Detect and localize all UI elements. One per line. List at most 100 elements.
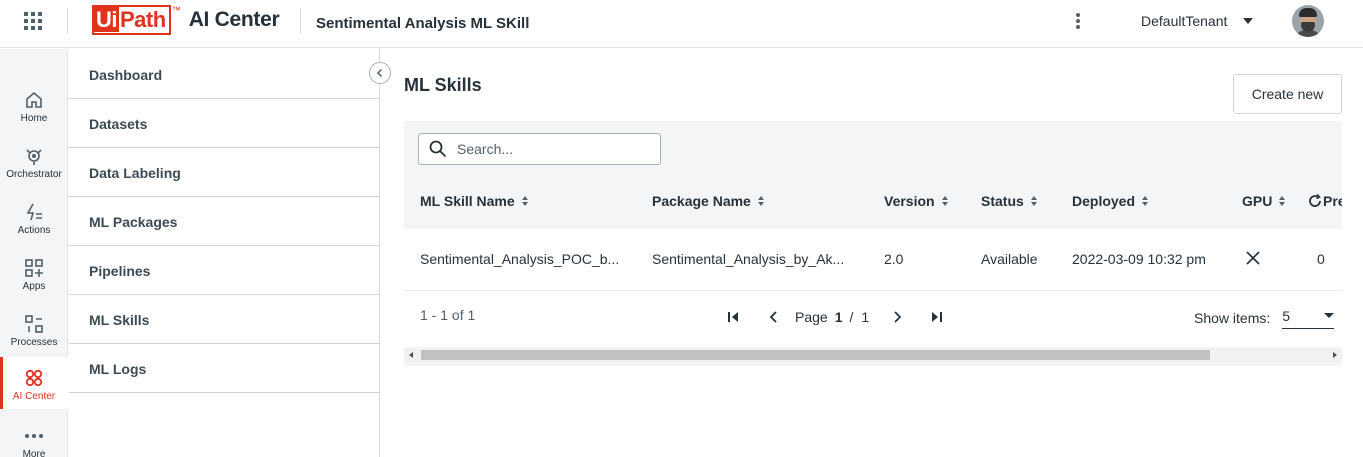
items-per-page-select[interactable]: 5 [1282,307,1335,329]
kebab-menu-icon[interactable] [1070,11,1086,31]
page-current[interactable]: 1 [835,309,843,325]
pagination: Page 1 / 1 [724,307,946,327]
column-header-deployed[interactable]: Deployed [1072,193,1149,209]
caret-down-icon [1243,18,1254,24]
rail-item-actions[interactable]: Actions [0,201,68,253]
cell-status: Available [981,251,1038,267]
product-name: AI Center [188,8,280,31]
cell-deployed: 2022-03-09 10:32 pm [1072,251,1206,267]
global-nav-rail: Home Orchestrator Actions Apps Processes… [0,49,68,457]
subnav-item-ml-logs[interactable]: ML Logs [69,344,379,393]
user-avatar[interactable] [1292,5,1324,37]
page-total: 1 [861,309,870,325]
column-header-version[interactable]: Version [884,193,948,209]
cell-predictions: 0 [1317,251,1325,267]
home-icon [26,91,42,108]
column-header-label: Deployed [1072,193,1136,209]
tenant-selector[interactable]: DefaultTenant [1141,13,1254,29]
horizontal-scrollbar[interactable] [404,348,1342,362]
logo-path-text: Path [120,7,166,32]
ai-center-subnav: Dashboard Datasets Data Labeling ML Pack… [69,49,380,457]
logo-wordmark: Ui Path [92,5,171,35]
sort-icon [757,196,764,206]
header-divider [67,8,68,34]
sort-icon [1030,196,1037,206]
ai-center-icon [25,369,43,387]
rail-item-label: Processes [10,337,58,348]
uipath-logo[interactable]: Ui Path ™ AI Center [92,5,280,35]
rail-item-label: Apps [22,281,46,292]
collapse-nav-button[interactable] [369,62,391,84]
subnav-item-pipelines[interactable]: Pipelines [69,246,379,295]
apps-grid-icon[interactable] [24,12,42,30]
sort-icon [941,196,948,206]
actions-icon [26,203,42,221]
column-header-label: Version [884,193,935,209]
rail-item-label: Actions [17,225,51,236]
close-x-icon [1246,251,1260,265]
sort-icon [521,196,528,206]
cell-version: 2.0 [884,251,904,267]
range-label: 1 - 1 of 1 [420,307,476,323]
column-header-label: Prec [1323,193,1342,209]
rail-item-more[interactable]: More [0,425,68,457]
orchestrator-icon [26,149,42,165]
last-page-icon [932,312,943,322]
scrollbar-thumb[interactable] [421,350,1210,360]
rail-item-label: Home [20,113,48,124]
apps-icon [25,259,43,277]
last-page-button[interactable] [926,307,946,327]
processes-icon [25,315,43,333]
chevron-right-icon [894,311,902,323]
subnav-item-dashboard[interactable]: Dashboard [69,50,379,99]
logo-trademark: ™ [171,5,181,15]
rail-item-label: AI Center [12,391,56,402]
sort-icon [1279,196,1286,206]
scroll-right-arrow-icon[interactable] [1333,352,1337,358]
active-indicator [0,357,3,409]
chevron-left-icon [376,68,383,78]
column-header-label: GPU [1242,193,1273,209]
subnav-item-ml-skills[interactable]: ML Skills [69,295,379,344]
first-page-button[interactable] [724,307,744,327]
page-separator: / [849,309,854,325]
column-header-ml-skill-name[interactable]: ML Skill Name [420,193,528,209]
rail-item-label: More [22,449,46,457]
top-bar: Ui Path ™ AI Center Sentimental Analysis … [0,0,1363,48]
header-divider [300,8,301,34]
rail-item-orchestrator[interactable]: Orchestrator [0,145,68,197]
column-header-label: Package Name [652,193,751,209]
page-title: Sentimental Analysis ML SKill [316,15,530,32]
section-title: ML Skills [404,75,482,95]
next-page-button[interactable] [887,307,907,327]
subnav-item-data-labeling[interactable]: Data Labeling [69,148,379,197]
logo-ui-text: Ui [94,7,119,32]
tenant-name: DefaultTenant [1141,13,1228,29]
column-header-status[interactable]: Status [981,193,1037,209]
column-header-gpu[interactable]: GPU [1242,193,1286,209]
show-items: Show items: 5 [1194,307,1335,329]
subnav-item-datasets[interactable]: Datasets [69,99,379,148]
chevron-left-icon [769,311,777,323]
rail-item-home[interactable]: Home [0,89,68,141]
rail-item-ai-center[interactable]: AI Center [0,357,68,409]
column-header-label: Status [981,193,1024,209]
scroll-left-arrow-icon[interactable] [409,352,413,358]
subnav-item-ml-packages[interactable]: ML Packages [69,197,379,246]
column-header-package-name[interactable]: Package Name [652,193,764,209]
previous-page-button[interactable] [764,307,784,327]
caret-down-icon [1324,313,1335,318]
sort-icon [1142,196,1149,206]
items-per-page-value: 5 [1282,307,1291,324]
create-new-button[interactable]: Create new [1233,74,1342,114]
show-items-label: Show items: [1194,310,1271,326]
search-input[interactable] [457,141,647,157]
column-header-label: ML Skill Name [420,193,515,209]
column-header-predictions[interactable]: Prec [1307,193,1342,209]
rail-item-apps[interactable]: Apps [0,257,68,309]
table-row[interactable]: Sentimental_Analysis_POC_b... Sentimenta… [404,229,1342,291]
cell-ml-skill-name[interactable]: Sentimental_Analysis_POC_b... [420,251,619,267]
more-dots-icon [25,434,43,438]
search-field[interactable] [418,133,661,165]
rail-item-label: Orchestrator [6,169,62,180]
